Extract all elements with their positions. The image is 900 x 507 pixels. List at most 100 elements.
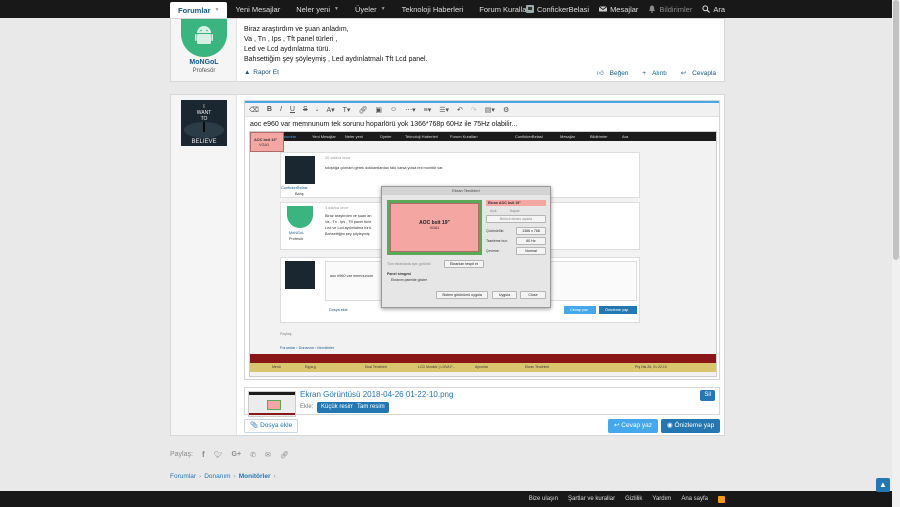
reply-form: I WANT TO BELIEVE ⌫ B I U S 💧︎ A▾ T▾ 🔗︎ …: [170, 94, 725, 436]
dialog-monitor-sub: VGA1: [429, 226, 440, 230]
report-link[interactable]: ▲ Rapor Et: [244, 69, 279, 76]
strikethrough-icon[interactable]: S: [303, 106, 308, 113]
search-link[interactable]: Ara: [702, 5, 725, 14]
shot-text: VGA1: [259, 143, 270, 147]
color-drop-icon[interactable]: 💧︎: [316, 106, 319, 114]
breadcrumb-separator: ›: [233, 473, 236, 480]
more-icon[interactable]: ⋯▾: [405, 106, 416, 114]
breadcrumb-monitorler[interactable]: Monitörler: [239, 473, 271, 480]
settings-icon[interactable]: ⚙: [503, 106, 509, 114]
dialog-text: Ekranım panelde göster: [391, 278, 427, 282]
chevron-down-icon[interactable]: ▼: [215, 7, 220, 13]
twitter-icon[interactable]: 🐦︎: [214, 451, 223, 459]
tab-yeni-mesajlar[interactable]: Yeni Mesajlar: [227, 0, 288, 18]
shot-nav-item: Teknoloji Haberleri: [405, 134, 438, 139]
page-scrollbar[interactable]: [892, 0, 900, 507]
smiley-icon[interactable]: ☺: [390, 106, 397, 113]
insert-thumbnail-button[interactable]: Küçük resim: [317, 402, 359, 413]
email-icon[interactable]: ✉: [265, 451, 271, 459]
attachment-filename[interactable]: Ekran Görüntüsü 2018-04-26 01-22-10.png: [300, 390, 453, 399]
nav-tabs: Forumlar ▼ Yeni Mesajlar Neler yeni ▼ Üyel…: [170, 0, 539, 18]
breadcrumb-forumlar[interactable]: Forumlar: [170, 473, 196, 480]
reply-arrow-icon: ↩: [614, 422, 620, 429]
scrollbar-thumb[interactable]: [893, 0, 899, 260]
scroll-to-top-button[interactable]: ▲: [876, 478, 890, 492]
align-icon[interactable]: ≡▾: [424, 106, 432, 114]
dialog-btn: Sistem görünümü uygula: [436, 291, 488, 299]
link-icon[interactable]: 🔗︎: [280, 451, 289, 459]
account-link[interactable]: ConfickerBelasi: [525, 5, 589, 14]
underline-icon[interactable]: U: [290, 106, 295, 113]
footer-link-privacy[interactable]: Gizlilik: [625, 496, 642, 502]
attachment-thumbnail[interactable]: [248, 391, 296, 417]
like-button[interactable]: 👍︎ Beğen: [591, 70, 629, 77]
preview-button[interactable]: ◉ Önizleme yap: [661, 419, 721, 433]
chevron-down-icon[interactable]: ▼: [381, 6, 386, 12]
dialog-text: Çözünürlük:: [486, 229, 505, 233]
google-plus-icon[interactable]: G+: [232, 451, 242, 458]
chevron-down-icon[interactable]: ▼: [334, 6, 339, 12]
search-label: Ara: [713, 4, 725, 14]
share-label: Paylaş:: [170, 451, 193, 458]
list-icon[interactable]: ☰▾: [439, 106, 449, 114]
thumb-bar: [249, 413, 295, 415]
quote-button[interactable]: + Alıntı: [636, 70, 667, 77]
avatar[interactable]: [181, 19, 227, 57]
image-icon[interactable]: ▣: [375, 106, 382, 114]
tab-label: Yeni Mesajlar: [235, 4, 281, 14]
footer-link-home[interactable]: Ana sayfa: [681, 496, 708, 502]
top-navigation: Forumlar ▼ Yeni Mesajlar Neler yeni ▼ Üyel…: [0, 0, 900, 18]
tab-forumlar[interactable]: Forumlar ▼: [170, 2, 228, 18]
shot-taskbar-top: [250, 354, 716, 363]
dialog-select: 1366 x 768: [516, 227, 546, 235]
attach-files-button[interactable]: 📎︎ Dosya ekle: [244, 419, 299, 433]
dialog-monitor-box: AOC bsit 19" VGA1: [390, 203, 479, 252]
rss-icon[interactable]: [718, 495, 725, 503]
redo-icon[interactable]: ↷: [471, 106, 477, 114]
dialog-text: Tüm ekranlarda aynı görüntü: [387, 262, 431, 266]
italic-icon[interactable]: I: [280, 106, 282, 113]
shot-nav-item: Üyeler: [380, 134, 392, 139]
dialog-monitor-preview: AOC bsit 19" VGA1: [387, 200, 482, 255]
main-content: MoNGoL Profesör Biraz araştırdım ve şuan…: [170, 18, 725, 438]
shot-task: Ekran Tercihleri: [525, 365, 550, 369]
tab-uyeler[interactable]: Üyeler ▼: [347, 0, 394, 18]
avatar[interactable]: I WANT TO BELIEVE: [181, 100, 227, 146]
drafts-icon[interactable]: ▤▾: [485, 106, 495, 114]
shot-text: 3 dakika önce: [325, 206, 349, 210]
thumb-dialog: [267, 400, 281, 410]
post-reply-button[interactable]: ↩ Cevap yaz: [608, 419, 658, 433]
tab-teknoloji-haberleri[interactable]: Teknoloji Haberleri: [394, 0, 472, 18]
post-username[interactable]: MoNGoL: [171, 59, 237, 66]
shot-nav-item: Mesajlar: [560, 134, 576, 139]
reply-link[interactable]: ↩ Cevapla: [675, 70, 716, 77]
shot-nav-item: Yeni Mesajlar: [312, 134, 336, 139]
thumbs-up-icon: 👍︎: [596, 70, 604, 77]
whatsapp-icon[interactable]: ✆: [250, 451, 256, 459]
attach-label: Dosya ekle: [260, 422, 293, 429]
tab-label: Üyeler: [354, 4, 377, 14]
eraser-icon[interactable]: ⌫: [249, 106, 259, 114]
breadcrumb-donanim[interactable]: Donanım: [204, 473, 230, 480]
bold-icon[interactable]: B: [267, 106, 272, 113]
editor-content[interactable]: aoc e960 var memnunum tek sorunu hoparlö…: [250, 121, 517, 128]
embedded-screenshot: Forumlar Yeni Mesajlar Neler yeni Üyeler…: [249, 131, 717, 377]
alerts-link[interactable]: Bildirimler: [648, 5, 692, 14]
rich-text-editor[interactable]: ⌫ B I U S 💧︎ A▾ T▾ 🔗︎ ▣ ☺ ⋯▾ ≡▾ ☰▾ ↶ ↷ ▤…: [244, 100, 720, 380]
delete-attachment-button[interactable]: Sil: [700, 390, 715, 401]
shot-nav-item: Forum Kuralları: [450, 134, 478, 139]
shot-clock: Prş Nis 26, 01:22:10: [635, 365, 667, 369]
insert-full-image-button[interactable]: Tam resim: [353, 402, 389, 413]
messages-link[interactable]: Mesajlar: [599, 5, 638, 14]
footer-link-help[interactable]: Yardım: [652, 496, 671, 502]
tab-label: Neler yeni: [296, 4, 330, 14]
undo-icon[interactable]: ↶: [457, 106, 463, 114]
footer-link-contact[interactable]: Bize ulaşın: [529, 496, 558, 502]
font-size-icon[interactable]: T▾: [343, 106, 351, 114]
link-icon[interactable]: 🔗︎: [358, 106, 367, 114]
tab-neler-yeni[interactable]: Neler yeni ▼: [288, 0, 347, 18]
footer-link-terms[interactable]: Şartlar ve kurallar: [568, 496, 615, 502]
font-family-icon[interactable]: A▾: [326, 106, 334, 114]
facebook-icon[interactable]: f: [202, 450, 205, 459]
user-avatar-icon: [525, 5, 534, 13]
